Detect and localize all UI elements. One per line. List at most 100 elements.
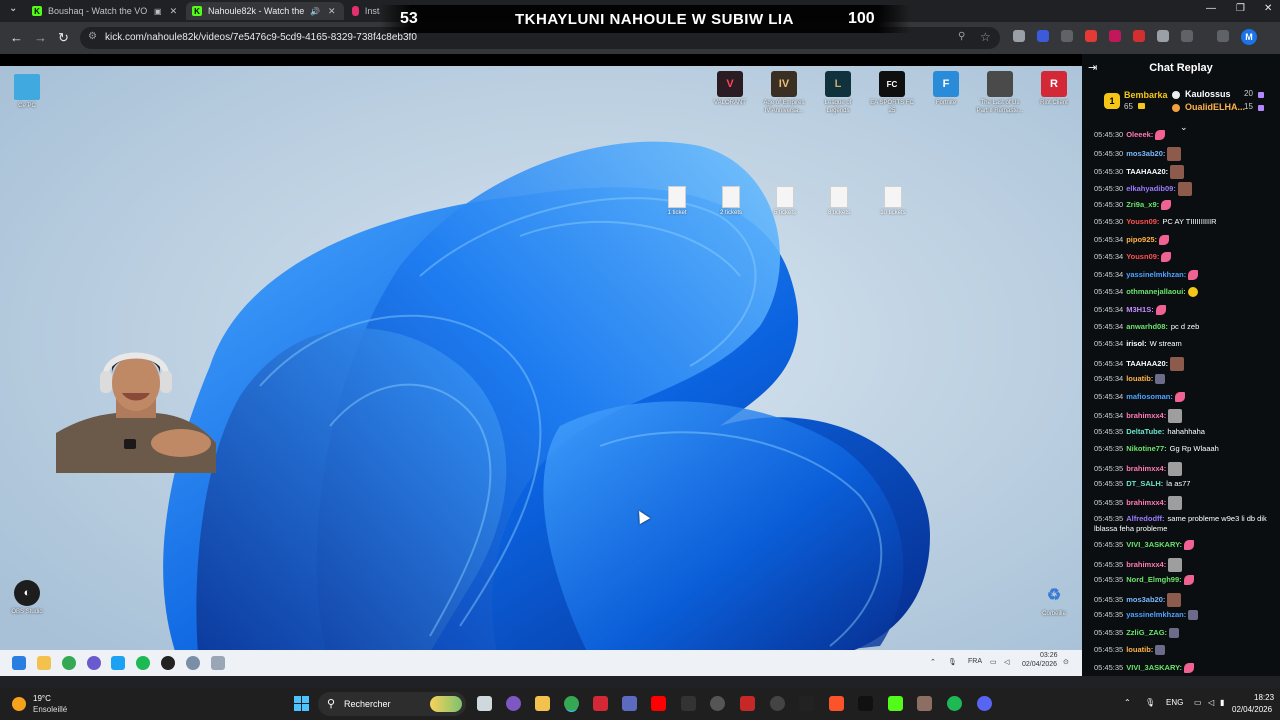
message-username[interactable]: Zri9a_x9: — [1126, 200, 1159, 209]
chevron-up-icon[interactable]: ⌃ — [1124, 698, 1131, 707]
message-username[interactable]: VIVI_3ASKARY: — [1126, 540, 1182, 549]
maximize-icon[interactable]: ❐ — [1236, 3, 1245, 14]
message-username[interactable]: TAAHAA20: — [1126, 167, 1168, 176]
reload-icon[interactable]: ↻ — [58, 30, 69, 46]
message-username[interactable]: brahimxx4: — [1126, 411, 1166, 420]
extension-icon[interactable] — [1013, 30, 1025, 42]
obs-icon[interactable] — [770, 696, 785, 711]
message-username[interactable]: DeltaTube: — [1126, 427, 1164, 436]
clock-date[interactable]: 02/04/2026 — [1232, 705, 1272, 714]
forward-icon[interactable]: → — [34, 30, 47, 45]
message-username[interactable]: ZzliG_ZAG: — [1126, 628, 1167, 637]
message-username[interactable]: Alfredodff: — [1126, 514, 1164, 523]
message-username[interactable]: elkahyadib09: — [1126, 184, 1176, 193]
message-username[interactable]: M3H1S: — [1126, 305, 1154, 314]
mic-icon[interactable]: 🎙 — [948, 658, 957, 666]
network-icon[interactable]: ▭ — [1194, 698, 1202, 707]
mic-icon[interactable]: 🎙 — [1145, 698, 1155, 707]
site-info-icon[interactable]: ⚙ — [88, 31, 97, 42]
extension-icon[interactable] — [1157, 30, 1169, 42]
message-username[interactable]: Yousn09: — [1126, 252, 1159, 261]
back-icon[interactable]: ← — [10, 30, 23, 45]
file-explorer-icon[interactable] — [535, 696, 550, 711]
message-username[interactable]: Nikotine77: — [1126, 444, 1166, 453]
discord-icon[interactable] — [977, 696, 992, 711]
chrome-icon[interactable] — [564, 696, 579, 711]
extension-icon[interactable] — [1085, 30, 1097, 42]
volume-icon[interactable]: ◁ — [1004, 658, 1009, 666]
message-username[interactable]: louatib: — [1126, 645, 1153, 654]
close-window-icon[interactable]: ✕ — [1264, 3, 1272, 14]
message-username[interactable]: VIVI_3ASKARY: — [1126, 663, 1182, 672]
extension-icon[interactable] — [1061, 30, 1073, 42]
desktop-icon-age-of-empires[interactable]: IV Age of Empires IV Anniversa... — [760, 71, 808, 115]
chevron-up-icon[interactable]: ⌃ — [930, 658, 936, 666]
youtube-icon[interactable] — [651, 696, 666, 711]
desktop-icon-valorant[interactable]: V VALORANT — [706, 71, 754, 107]
clock-time[interactable]: 18:23 — [1254, 693, 1274, 702]
obs-icon[interactable] — [161, 656, 175, 670]
message-username[interactable]: irisol: — [1126, 339, 1146, 348]
file-explorer-icon[interactable] — [37, 656, 51, 670]
message-username[interactable]: Nord_Elmgh99: — [1126, 575, 1181, 584]
calculator-icon[interactable] — [211, 656, 225, 670]
message-username[interactable]: anwarhd08: — [1126, 322, 1168, 331]
spotify-icon[interactable] — [947, 696, 962, 711]
desktop-icon-last-of-us[interactable]: The Last of Us Part II Remaste... — [976, 71, 1024, 115]
spotify-icon[interactable] — [136, 656, 150, 670]
desktop-icon-this-pc[interactable]: Ce PC — [3, 74, 51, 110]
desktop-file[interactable]: 8 tickets — [817, 186, 861, 216]
battery-icon[interactable]: ▮ — [1220, 698, 1224, 707]
tab-boushaq[interactable]: K Boushaq - Watch the VOD ▣ ✕ — [26, 2, 184, 20]
tiktok-icon[interactable] — [858, 696, 873, 711]
taskbar-search[interactable]: ⚲ Rechercher — [318, 692, 466, 716]
message-username[interactable]: DT_SALH: — [1126, 479, 1163, 488]
sun-icon[interactable] — [12, 697, 26, 711]
settings-icon[interactable] — [186, 656, 200, 670]
close-icon[interactable]: ✕ — [170, 6, 178, 17]
speaker-icon[interactable]: 🔊 — [310, 7, 320, 16]
copilot-icon[interactable] — [506, 696, 521, 711]
desktop-file[interactable]: 10 tickets — [871, 186, 915, 216]
windows-start-button[interactable] — [294, 696, 310, 712]
extension-icon[interactable] — [1037, 30, 1049, 42]
message-username[interactable]: mafiosoman: — [1126, 392, 1173, 401]
chrome-icon[interactable] — [62, 656, 76, 670]
video-player[interactable]: Ce PC ◐ OBS Studio ♻ Corbeille V VALORAN… — [0, 66, 1082, 676]
riot-client-icon[interactable] — [593, 696, 608, 711]
close-icon[interactable]: ✕ — [328, 6, 336, 17]
app-icon[interactable] — [917, 696, 932, 711]
message-username[interactable]: louatib: — [1126, 374, 1153, 383]
notification-icon[interactable]: ⊙ — [1063, 658, 1069, 666]
x-app-icon[interactable] — [111, 656, 125, 670]
message-username[interactable]: brahimxx4: — [1126, 498, 1166, 507]
fn-app-icon[interactable] — [681, 696, 696, 711]
message-username[interactable]: othmanejallaoui: — [1126, 287, 1186, 296]
tab-search-icon[interactable]: ⌄ — [9, 3, 17, 14]
windows-start-icon[interactable] — [12, 656, 26, 670]
extensions-puzzle-icon[interactable] — [1181, 30, 1193, 42]
desktop-file[interactable]: 2 tickets — [709, 186, 753, 216]
message-username[interactable]: mos3ab20: — [1126, 595, 1165, 604]
message-username[interactable]: mos3ab20: — [1126, 149, 1165, 158]
network-icon[interactable]: ▭ — [990, 658, 997, 666]
volume-icon[interactable]: ◁ — [1208, 698, 1214, 707]
tab-nahoule82k[interactable]: K Nahoule82k - Watch the VOD 🔊 ✕ — [186, 2, 344, 20]
desktop-icon-obs[interactable]: ◐ OBS Studio — [3, 580, 51, 616]
desktop-icon-ea-fc[interactable]: FC EA SPORTS FC 25 — [868, 71, 916, 115]
extension-icon[interactable] — [1109, 30, 1121, 42]
message-username[interactable]: yassinelmkhzan: — [1126, 270, 1186, 279]
brave-icon[interactable] — [829, 696, 844, 711]
zoom-icon[interactable]: ⚲ — [958, 31, 965, 42]
message-username[interactable]: pipo925: — [1126, 235, 1157, 244]
desktop-icon-league-of-legends[interactable]: L League of Legends — [814, 71, 862, 115]
desktop-icon-recycle-bin[interactable]: ♻ Corbeille — [1030, 582, 1078, 618]
profile-avatar[interactable]: M — [1241, 29, 1257, 45]
task-view-icon[interactable] — [477, 696, 492, 711]
message-username[interactable]: Oleeek: — [1126, 130, 1153, 139]
message-username[interactable]: yassinelmkhzan: — [1126, 610, 1186, 619]
steam-icon[interactable] — [710, 696, 725, 711]
message-username[interactable]: TAAHAA20: — [1126, 359, 1168, 368]
desktop-icon-riot-client[interactable]: R Riot Client — [1030, 71, 1078, 107]
desktop-icon-fortnite[interactable]: F Fortnite — [922, 71, 970, 107]
